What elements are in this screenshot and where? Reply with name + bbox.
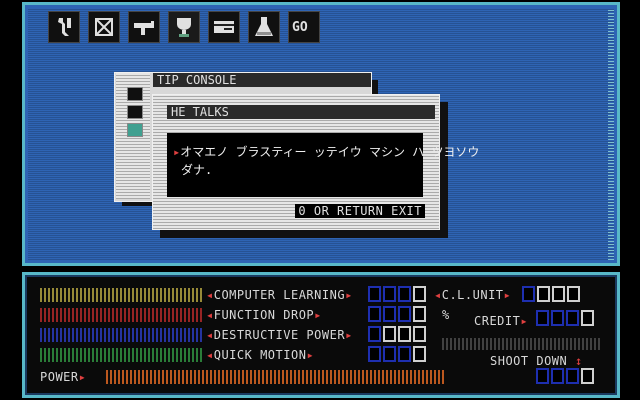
gauge-function-drop	[40, 308, 204, 322]
gauge-destructive-power	[40, 328, 204, 342]
readout-computer-learning	[368, 286, 426, 302]
power-bar	[106, 370, 446, 384]
gun-icon[interactable]	[128, 11, 160, 43]
readout-credit	[536, 310, 594, 326]
readout-destructive-power	[368, 326, 426, 342]
dialog-message-box: ▸オマエノ ブラスティー ッテイウ マシン ハ ツヨソウ ダナ.	[167, 133, 479, 197]
label-quick-motion: ◂QUICK MOTION▸	[206, 348, 315, 362]
back-window-btn-3[interactable]	[127, 123, 143, 137]
readout-function-drop	[368, 306, 426, 322]
trophy-icon[interactable]	[168, 11, 200, 43]
dialog-title: HE TALKS	[167, 105, 435, 119]
label-power: POWER▸	[40, 370, 87, 384]
card-icon[interactable]	[208, 11, 240, 43]
dialog-window: HE TALKS ▸オマエノ ブラスティー ッテイウ マシン ハ ツヨソウ ダナ…	[152, 94, 479, 230]
go-label: GO	[292, 20, 308, 35]
message-line-2: ダナ.	[181, 163, 213, 177]
back-window-title: TIP CONSOLE	[153, 73, 371, 87]
status-panel: ◂COMPUTER LEARNING▸ ◂FUNCTION DROP▸ ◂DES…	[22, 272, 620, 398]
back-window-btn-1[interactable]	[127, 87, 143, 101]
readout-cl-unit	[522, 286, 580, 302]
crossed-box-icon[interactable]	[88, 11, 120, 43]
dialog-footer[interactable]: 0 OR RETURN EXIT	[295, 204, 425, 218]
label-credit: CREDIT▸	[474, 314, 529, 328]
right-dot-strip	[442, 338, 602, 350]
label-cl-unit: ◂C.L.UNIT▸	[434, 288, 512, 302]
wrench-icon[interactable]	[48, 11, 80, 43]
label-function-drop: ◂FUNCTION DROP▸	[206, 308, 322, 322]
gauge-quick-motion	[40, 348, 204, 362]
go-button[interactable]: GO	[288, 11, 320, 43]
flask-icon[interactable]	[248, 11, 280, 43]
gauge-computer-learning	[40, 288, 204, 302]
label-destructive-power: ◂DESTRUCTIVE POWER▸	[206, 328, 353, 342]
back-window-btn-2[interactable]	[127, 105, 143, 119]
frame-dots-edge	[608, 8, 614, 260]
label-computer-learning: ◂COMPUTER LEARNING▸	[206, 288, 353, 302]
label-percent: %	[442, 308, 450, 322]
readout-shoot-down	[536, 368, 594, 384]
message-line-1: ▸オマエノ ブラスティー ッテイウ マシン ハ ツヨソウ	[173, 145, 480, 159]
readout-quick-motion	[368, 346, 426, 362]
label-shoot-down: SHOOT DOWN ↕	[490, 354, 583, 368]
